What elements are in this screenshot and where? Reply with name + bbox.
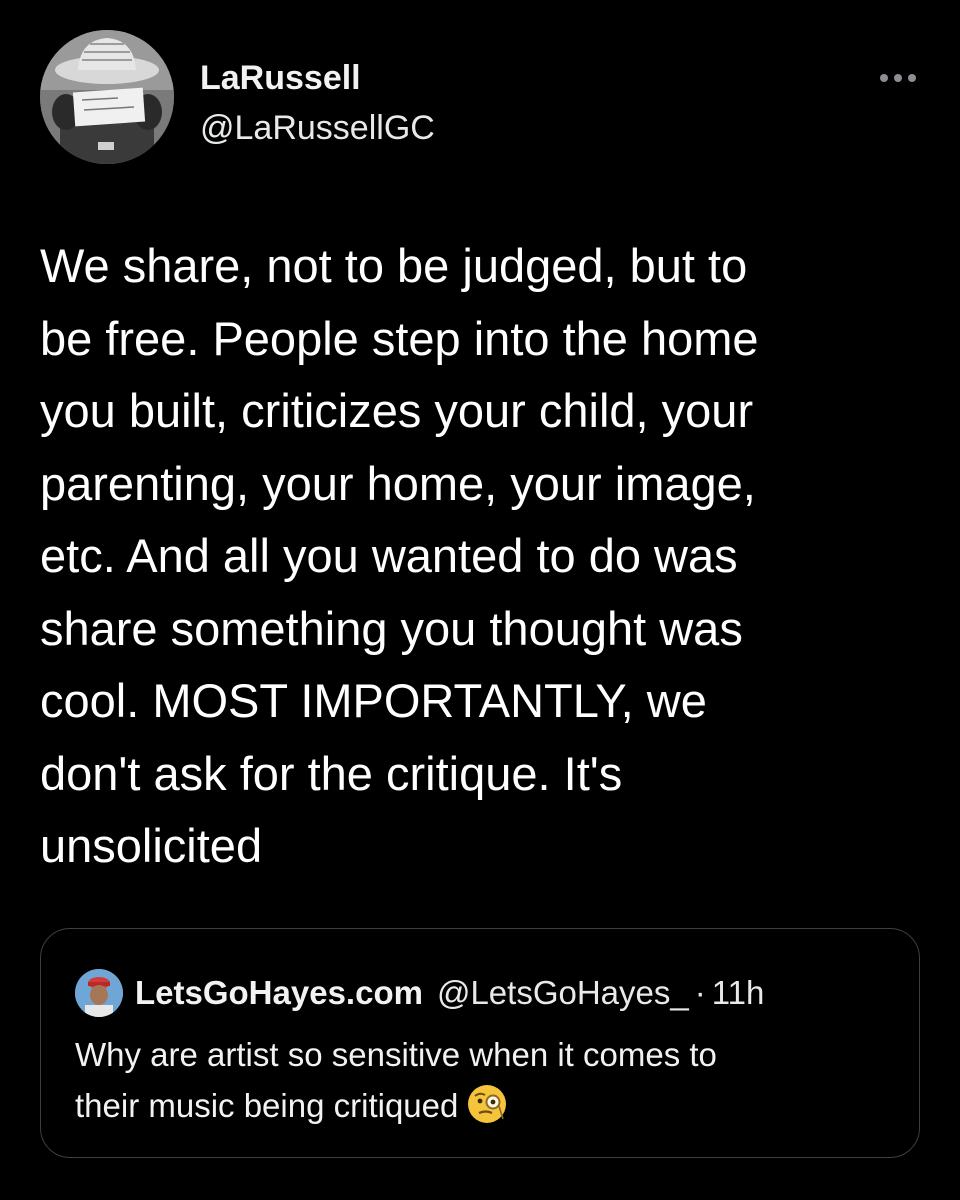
quoted-tweet-text: Why are artist so sensitive when it come…: [75, 1029, 895, 1131]
tweet-text-line: parenting, your home, your image,: [40, 456, 756, 510]
tweet-card: LaRussell @LaRussellGC We share, not to …: [0, 0, 960, 1200]
quoted-author-name[interactable]: LetsGoHayes.com: [135, 974, 423, 1012]
tweet-text-line: cool. MOST IMPORTANTLY, we: [40, 674, 707, 727]
quoted-tweet-card[interactable]: LetsGoHayes.com @LetsGoHayes_ · 11h Why …: [40, 928, 920, 1158]
quoted-author-handle[interactable]: @LetsGoHayes_: [437, 974, 689, 1012]
tweet-text-line: be free. People step into the home: [40, 311, 759, 365]
quoted-tweet-header: LetsGoHayes.com @LetsGoHayes_ · 11h: [135, 971, 764, 1015]
tweet-text: We share, not to be judged, but to be fr…: [40, 230, 920, 883]
tweet-text-line: share something you thought was: [40, 601, 743, 655]
quoted-text-line: Why are artist so sensitive when it come…: [75, 1036, 717, 1073]
quoted-author-avatar[interactable]: [75, 969, 123, 1017]
quoted-text-line-content: their music being critiqued: [75, 1087, 459, 1124]
face-with-monocle-icon: [468, 1085, 507, 1123]
tweet-text-line: etc. And all you wanted to do was: [40, 529, 738, 582]
tweet-text-line: We share, not to be judged, but to: [40, 239, 748, 292]
tweet-text-line: don't ask for the critique. It's: [40, 746, 623, 800]
quoted-separator: ·: [694, 974, 706, 1011]
author-avatar-image: [40, 30, 174, 164]
author-handle[interactable]: @LaRussellGC: [200, 108, 435, 148]
quoted-author-avatar-image: [75, 969, 123, 1017]
author-name[interactable]: LaRussell: [200, 58, 361, 98]
tweet-text-line: you built, criticizes your child, your: [40, 384, 754, 437]
quoted-timestamp[interactable]: 11h: [712, 974, 765, 1012]
more-dots-icon: [880, 74, 916, 82]
quoted-text-line: their music being critiqued: [75, 1080, 895, 1131]
more-options-button[interactable]: [868, 58, 928, 98]
author-avatar[interactable]: [40, 30, 174, 164]
tweet-text-line: unsolicited: [40, 819, 263, 872]
